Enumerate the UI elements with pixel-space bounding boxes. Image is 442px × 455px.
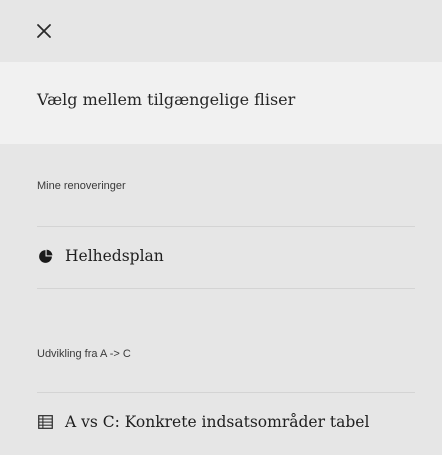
divider: [37, 226, 415, 227]
tile-item-a-vs-c-tabel[interactable]: A vs C: Konkrete indsatsområder tabel: [37, 405, 415, 439]
panel-topbar: [0, 0, 442, 62]
tile-item-label: A vs C: Konkrete indsatsområder tabel: [65, 413, 370, 431]
close-button[interactable]: [34, 21, 54, 41]
table-icon: [37, 414, 53, 430]
title-band: Vælg mellem tilgængelige fliser: [0, 62, 442, 144]
tile-item-helhedsplan[interactable]: Helhedsplan: [37, 239, 415, 273]
divider: [37, 288, 415, 289]
close-icon: [37, 24, 51, 38]
divider: [37, 392, 415, 393]
section-label-udvikling: Udvikling fra A -> C: [37, 348, 131, 360]
panel-title: Vælg mellem tilgængelige fliser: [37, 90, 296, 109]
pie-chart-icon: [37, 248, 53, 264]
section-label-mine-renoveringer: Mine renoveringer: [37, 180, 126, 192]
tile-picker-panel: Vælg mellem tilgængelige fliser Mine ren…: [0, 0, 442, 455]
tile-item-label: Helhedsplan: [65, 247, 164, 265]
